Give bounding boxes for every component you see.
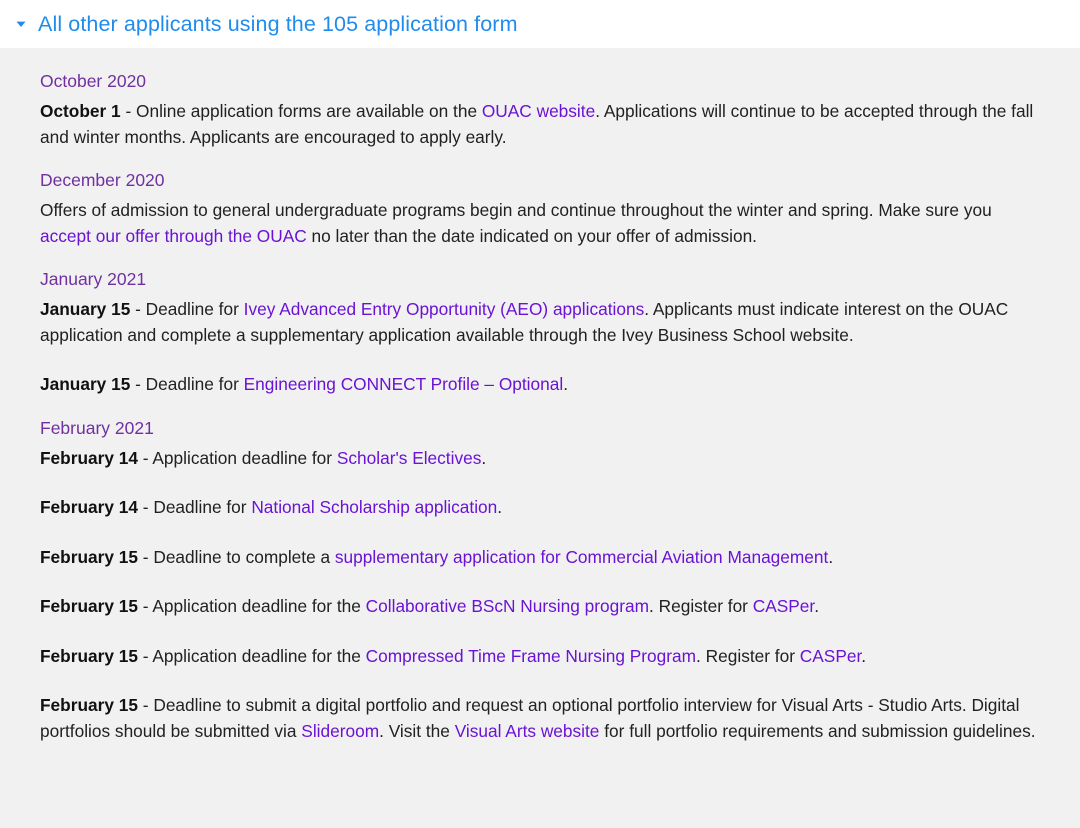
inline-link[interactable]: supplementary application for Commercial… — [335, 547, 828, 567]
deadline-entry: February 15 - Deadline to submit a digit… — [40, 693, 1040, 744]
entry-text: Offers of admission to general undergrad… — [40, 200, 992, 220]
deadline-date: February 15 — [40, 695, 138, 715]
inline-link[interactable]: Collaborative BScN Nursing program — [366, 596, 649, 616]
deadline-entry: February 15 - Deadline to complete a sup… — [40, 545, 1040, 571]
entry-text: . Register for — [696, 645, 800, 666]
month-heading: October 2020 — [40, 71, 147, 91]
accordion-header[interactable]: All other applicants using the 105 appli… — [0, 0, 1080, 48]
entry-text: - Deadline for — [130, 374, 244, 394]
month-group: December 2020 Offers of admission to gene… — [40, 169, 1040, 249]
entry-text: - Deadline for — [137, 497, 252, 517]
entry-text: no later than the date indicated on your… — [306, 225, 757, 246]
accordion-title: All other applicants using the 105 appli… — [38, 11, 518, 36]
deadline-entry: January 15 - Deadline for Engineering CO… — [40, 372, 1040, 398]
deadline-entry: January 15 - Deadline for Ivey Advanced … — [40, 297, 1040, 348]
inline-link[interactable]: National Scholarship application — [251, 497, 497, 517]
inline-link[interactable]: Ivey Advanced Entry Opportunity (AEO) ap… — [244, 299, 645, 319]
deadline-date: February 15 — [40, 596, 138, 616]
entry-text: - Application deadline for — [137, 447, 337, 468]
entry-text: - Application deadline for the — [137, 596, 366, 616]
deadline-date: February 15 — [40, 546, 138, 567]
entry-text: . — [814, 596, 820, 616]
deadline-date: October 1 — [40, 101, 121, 121]
entry-text: . Visit the — [379, 720, 455, 741]
month-group: October 2020 October 1 - Online applicati… — [40, 70, 1040, 150]
entry-text: . — [497, 497, 503, 517]
deadline-date: February 15 — [40, 645, 138, 666]
month-group: January 2021 January 15 - Deadline for Iv… — [40, 268, 1040, 398]
entry-text: . — [861, 645, 867, 666]
month-heading: February 2021 — [40, 417, 154, 438]
month-group: February 2021 February 14 - Application d… — [40, 417, 1040, 745]
deadline-entry: February 14 - Deadline for National Scho… — [40, 495, 1040, 521]
inline-link[interactable]: CASPer — [753, 596, 814, 616]
entry-text: for full portfolio requirements and subm… — [599, 720, 1036, 741]
inline-link[interactable]: accept our offer through the OUAC — [40, 226, 307, 246]
deadline-entry: February 15 - Application deadline for t… — [40, 594, 1040, 620]
deadline-date: January 15 — [40, 374, 131, 394]
deadline-entry: February 15 - Application deadline for t… — [40, 644, 1040, 670]
month-heading: December 2020 — [40, 170, 165, 190]
deadline-entry: February 14 - Application deadline for S… — [40, 446, 1040, 472]
entry-text: - Deadline to complete a — [137, 546, 335, 567]
entry-text: - Online application forms are available… — [120, 101, 482, 121]
accordion-all-other-applicants: All other applicants using the 105 appli… — [0, 0, 1080, 828]
accordion-panel: October 2020 October 1 - Online applicati… — [0, 48, 1080, 828]
deadline-entry: October 1 - Online application forms are… — [40, 99, 1040, 150]
inline-link[interactable]: Compressed Time Frame Nursing Program — [366, 646, 696, 666]
entry-text: - Deadline for — [130, 299, 244, 319]
entry-text: . — [563, 374, 569, 394]
deadline-date: January 15 — [40, 299, 131, 319]
info-paragraph: Offers of admission to general undergrad… — [40, 198, 1040, 249]
entry-text: . Register for — [649, 596, 753, 616]
inline-link[interactable]: Scholar's Electives — [337, 448, 482, 468]
inline-link[interactable]: CASPer — [800, 646, 861, 666]
inline-link[interactable]: Engineering CONNECT Profile – Optional — [244, 374, 564, 394]
inline-link[interactable]: OUAC website — [482, 101, 595, 121]
entry-text: . — [828, 546, 834, 567]
deadline-date: February 14 — [40, 447, 138, 468]
entry-text: . — [481, 447, 487, 468]
month-heading: January 2021 — [40, 269, 147, 289]
deadline-date: February 14 — [40, 497, 138, 517]
inline-link[interactable]: Slideroom — [301, 721, 379, 741]
caret-down-icon[interactable] — [14, 17, 28, 31]
entry-text: - Application deadline for the — [137, 645, 366, 666]
inline-link[interactable]: Visual Arts website — [455, 721, 600, 741]
